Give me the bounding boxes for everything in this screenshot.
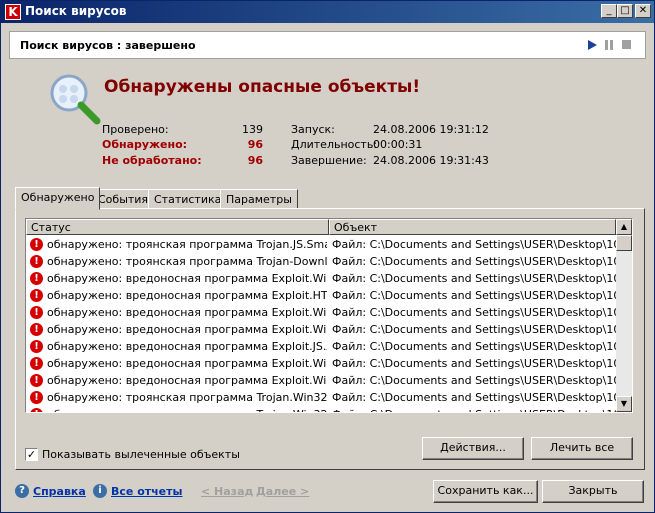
title-bar[interactable]: K Поиск вирусов _ □ ✕ [1, 1, 654, 23]
close-icon[interactable]: ✕ [635, 4, 651, 18]
row-status: обнаружено: троянская программа Trojan.J… [47, 238, 327, 251]
table-row[interactable]: ! обнаружено: троянская программа Trojan.… [26, 406, 616, 412]
scan-status-text: Поиск вирусов : завершено [20, 39, 196, 52]
detected-objects-list[interactable]: Статус Объект ! обнаружено: троянская про… [25, 218, 633, 413]
stat-value-checked: 139 [242, 123, 263, 136]
tab-events[interactable]: События [92, 189, 155, 209]
danger-icon: ! [30, 323, 43, 336]
actions-button[interactable]: Действия... [422, 437, 524, 460]
row-object: Файл: C:\Documents and Settings\USER\Des… [332, 272, 616, 285]
minimize-icon[interactable]: _ [601, 4, 617, 18]
column-header-object[interactable]: Объект [329, 219, 616, 235]
danger-icon: ! [30, 391, 43, 404]
row-object: Файл: C:\Documents and Settings\USER\Des… [332, 340, 616, 353]
row-status: обнаружено: вредоносная программа Exploi… [47, 340, 327, 353]
scroll-up-button[interactable]: ▲ [616, 219, 632, 235]
row-object: Файл: C:\Documents and Settings\USER\Des… [332, 408, 616, 412]
danger-icon: ! [30, 238, 43, 251]
row-status: обнаружено: вредоносная программа Exploi… [47, 272, 327, 285]
danger-icon: ! [30, 408, 43, 412]
stop-icon[interactable] [622, 40, 632, 50]
danger-icon: ! [30, 272, 43, 285]
table-row[interactable]: ! обнаружено: троянская программа Trojan.… [26, 236, 616, 253]
info-icon[interactable]: i [93, 484, 107, 498]
show-cured-checkbox[interactable]: ✓ [25, 448, 38, 461]
danger-icon: ! [30, 255, 43, 268]
tab-statistics[interactable]: Статистика [148, 189, 228, 209]
scroll-down-button[interactable]: ▼ [616, 396, 632, 412]
row-status: обнаружено: вредоносная программа Exploi… [47, 323, 327, 336]
danger-icon: ! [30, 357, 43, 370]
pause-icon[interactable] [604, 40, 614, 50]
info-label-duration: Длительность: [291, 138, 378, 151]
stat-label-unprocessed: Не обработано: [102, 154, 202, 167]
back-link[interactable]: < Назад [201, 485, 253, 498]
table-row[interactable]: ! обнаружено: троянская программа Trojan.… [26, 389, 616, 406]
all-reports-link[interactable]: Все отчеты [111, 485, 182, 498]
row-object: Файл: C:\Documents and Settings\USER\Des… [332, 255, 616, 268]
row-object: Файл: C:\Documents and Settings\USER\Des… [332, 323, 616, 336]
next-link[interactable]: Далее > [256, 485, 309, 498]
scan-headline: Обнаружены опасные объекты! [104, 77, 421, 97]
row-status: обнаружено: вредоносная программа Exploi… [47, 357, 327, 370]
stat-label-checked: Проверено: [102, 123, 169, 136]
maximize-icon[interactable]: □ [617, 4, 633, 18]
list-header: Статус Объект [26, 219, 616, 235]
close-button[interactable]: Закрыть [542, 480, 644, 503]
danger-icon: ! [30, 306, 43, 319]
info-label-end: Завершение: [291, 154, 367, 167]
play-icon[interactable] [587, 40, 597, 50]
list-vertical-scrollbar[interactable]: ▲ ▼ [616, 219, 632, 412]
magnifier-scan-icon [50, 74, 101, 125]
tab-detected[interactable]: Обнаружено [15, 187, 101, 210]
row-status: обнаружено: троянская программа Trojan.W… [47, 408, 327, 412]
danger-icon: ! [30, 289, 43, 302]
row-status: обнаружено: вредоносная программа Exploi… [47, 306, 327, 319]
danger-icon: ! [30, 374, 43, 387]
row-object: Файл: C:\Documents and Settings\USER\Des… [332, 374, 616, 387]
table-row[interactable]: ! обнаружено: вредоносная программа Explo… [26, 338, 616, 355]
row-object: Файл: C:\Documents and Settings\USER\Des… [332, 289, 616, 302]
row-status: обнаружено: троянская программа Trojan.W… [47, 391, 327, 404]
save-as-button[interactable]: Сохранить как... [433, 480, 538, 503]
row-status: обнаружено: вредоносная программа Exploi… [47, 289, 327, 302]
stat-label-detected: Обнаружено: [102, 138, 188, 151]
stat-value-detected: 96 [247, 138, 263, 151]
info-value-start: 24.08.2006 19:31:12 [373, 123, 489, 136]
help-link[interactable]: Справка [33, 485, 86, 498]
window-title: Поиск вирусов [25, 4, 127, 18]
info-label-start: Запуск: [291, 123, 335, 136]
info-value-duration: 00:00:31 [373, 138, 423, 151]
row-object: Файл: C:\Documents and Settings\USER\Des… [332, 306, 616, 319]
cure-all-button[interactable]: Лечить все [531, 437, 633, 460]
help-icon[interactable]: ? [15, 484, 29, 498]
table-row[interactable]: ! обнаружено: вредоносная программа Explo… [26, 372, 616, 389]
scan-window: K Поиск вирусов _ □ ✕ Поиск вирусов : за… [0, 0, 655, 513]
row-object: Файл: C:\Documents and Settings\USER\Des… [332, 391, 616, 404]
table-row[interactable]: ! обнаружено: вредоносная программа Explo… [26, 321, 616, 338]
stat-value-unprocessed: 96 [247, 154, 263, 167]
row-status: обнаружено: вредоносная программа Exploi… [47, 374, 327, 387]
scroll-thumb[interactable] [616, 235, 632, 251]
table-row[interactable]: ! обнаружено: вредоносная программа Explo… [26, 287, 616, 304]
info-value-end: 24.08.2006 19:31:43 [373, 154, 489, 167]
table-row[interactable]: ! обнаружено: вредоносная программа Explo… [26, 355, 616, 372]
table-row[interactable]: ! обнаружено: вредоносная программа Explo… [26, 270, 616, 287]
table-row[interactable]: ! обнаружено: вредоносная программа Explo… [26, 304, 616, 321]
row-object: Файл: C:\Documents and Settings\USER\Des… [332, 238, 616, 251]
kaspersky-app-icon: K [5, 4, 21, 20]
row-status: обнаружено: троянская программа Trojan-D… [47, 255, 327, 268]
tab-parameters[interactable]: Параметры [220, 189, 298, 209]
column-header-status[interactable]: Статус [26, 219, 329, 235]
table-row[interactable]: ! обнаружено: троянская программа Trojan-… [26, 253, 616, 270]
danger-icon: ! [30, 340, 43, 353]
scan-status-panel: Поиск вирусов : завершено [9, 31, 646, 59]
row-object: Файл: C:\Documents and Settings\USER\Des… [332, 357, 616, 370]
show-cured-label: Показывать вылеченные объекты [42, 448, 240, 461]
